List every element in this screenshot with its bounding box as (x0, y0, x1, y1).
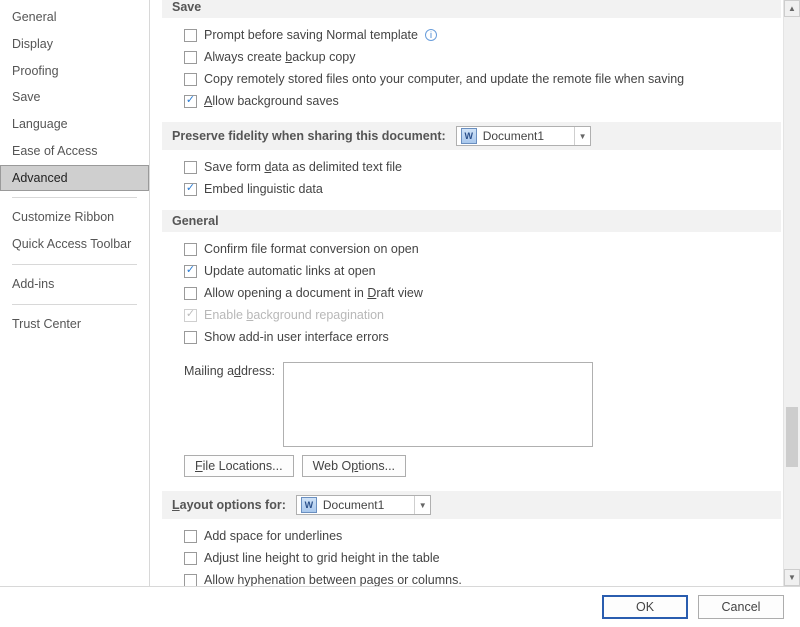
sidebar-item-customize-ribbon[interactable]: Customize Ribbon (0, 204, 149, 231)
section-header-layout-options: Layout options for: Document1 ▼ (162, 491, 781, 519)
checkbox-label: Allow background saves (204, 92, 339, 110)
checkbox-label: Show add-in user interface errors (204, 328, 389, 346)
section-header-save: Save (162, 0, 781, 18)
sidebar-item-general[interactable]: General (0, 4, 149, 31)
checkbox-line-height-grid[interactable] (184, 552, 197, 565)
checkbox-embed-linguistic[interactable]: ✓ (184, 183, 197, 196)
word-document-icon (461, 128, 477, 144)
checkbox-confirm-file-format[interactable] (184, 243, 197, 256)
options-sidebar: General Display Proofing Save Language E… (0, 0, 150, 586)
checkbox-prompt-save-normal[interactable] (184, 29, 197, 42)
checkbox-open-draft-view[interactable] (184, 287, 197, 300)
checkbox-background-repagination: ✓ (184, 309, 197, 322)
checkbox-label: Always create backup copy (204, 48, 355, 66)
checkbox-label: Embed linguistic data (204, 180, 323, 198)
checkbox-addin-ui-errors[interactable] (184, 331, 197, 344)
checkbox-label: Update automatic links at open (204, 262, 376, 280)
sidebar-item-trust-center[interactable]: Trust Center (0, 311, 149, 338)
checkbox-backup-copy[interactable] (184, 51, 197, 64)
sidebar-item-save[interactable]: Save (0, 84, 149, 111)
word-document-icon (301, 497, 317, 513)
section-title: Save (172, 0, 201, 14)
checkbox-label: Allow hyphenation between pages or colum… (204, 571, 462, 586)
file-locations-button[interactable]: File Locations... (184, 455, 294, 477)
section-header-general: General (162, 210, 781, 232)
sidebar-item-proofing[interactable]: Proofing (0, 58, 149, 85)
checkbox-background-saves[interactable]: ✓ (184, 95, 197, 108)
sidebar-item-ease-of-access[interactable]: Ease of Access (0, 138, 149, 165)
scroll-up-button[interactable]: ▲ (784, 0, 800, 17)
scroll-down-button[interactable]: ▼ (784, 569, 800, 586)
dropdown-value: Document1 (321, 498, 414, 512)
ok-button[interactable]: OK (602, 595, 688, 619)
dialog-footer: OK Cancel (0, 587, 800, 627)
sidebar-item-advanced[interactable]: Advanced (0, 165, 149, 192)
sidebar-divider (12, 304, 137, 305)
sidebar-item-language[interactable]: Language (0, 111, 149, 138)
layout-options-document-dropdown[interactable]: Document1 ▼ (296, 495, 431, 515)
mailing-address-label: Mailing address: (184, 362, 275, 378)
info-icon[interactable]: i (425, 29, 437, 41)
chevron-down-icon: ▼ (574, 127, 590, 145)
checkbox-label: Adjust line height to grid height in the… (204, 549, 440, 567)
checkbox-hyphenation-pages[interactable] (184, 574, 197, 587)
section-title: General (172, 214, 219, 228)
checkbox-label: Prompt before saving Normal template (204, 26, 418, 44)
section-title: Layout options for: (172, 498, 286, 512)
mailing-address-input[interactable] (283, 362, 593, 447)
cancel-button[interactable]: Cancel (698, 595, 784, 619)
checkbox-copy-remote-files[interactable] (184, 73, 197, 86)
checkbox-space-underlines[interactable] (184, 530, 197, 543)
section-title: Preserve fidelity when sharing this docu… (172, 129, 446, 143)
sidebar-item-add-ins[interactable]: Add-ins (0, 271, 149, 298)
checkbox-save-form-data[interactable] (184, 161, 197, 174)
checkbox-update-auto-links[interactable]: ✓ (184, 265, 197, 278)
sidebar-item-display[interactable]: Display (0, 31, 149, 58)
options-content: Save Prompt before saving Normal templat… (150, 0, 783, 586)
dropdown-value: Document1 (481, 129, 574, 143)
sidebar-divider (12, 264, 137, 265)
section-header-preserve-fidelity: Preserve fidelity when sharing this docu… (162, 122, 781, 150)
sidebar-item-quick-access-toolbar[interactable]: Quick Access Toolbar (0, 231, 149, 258)
web-options-button[interactable]: Web Options... (302, 455, 406, 477)
preserve-fidelity-document-dropdown[interactable]: Document1 ▼ (456, 126, 591, 146)
sidebar-divider (12, 197, 137, 198)
scrollbar-thumb[interactable] (786, 407, 798, 467)
checkbox-label: Allow opening a document in Draft view (204, 284, 423, 302)
checkbox-label: Copy remotely stored files onto your com… (204, 70, 684, 88)
checkbox-label: Add space for underlines (204, 527, 342, 545)
vertical-scrollbar[interactable]: ▲ ▼ (783, 0, 800, 586)
chevron-down-icon: ▼ (414, 496, 430, 514)
checkbox-label: Enable background repagination (204, 306, 384, 324)
checkbox-label: Save form data as delimited text file (204, 158, 402, 176)
checkbox-label: Confirm file format conversion on open (204, 240, 419, 258)
scrollbar-track[interactable] (784, 17, 800, 569)
